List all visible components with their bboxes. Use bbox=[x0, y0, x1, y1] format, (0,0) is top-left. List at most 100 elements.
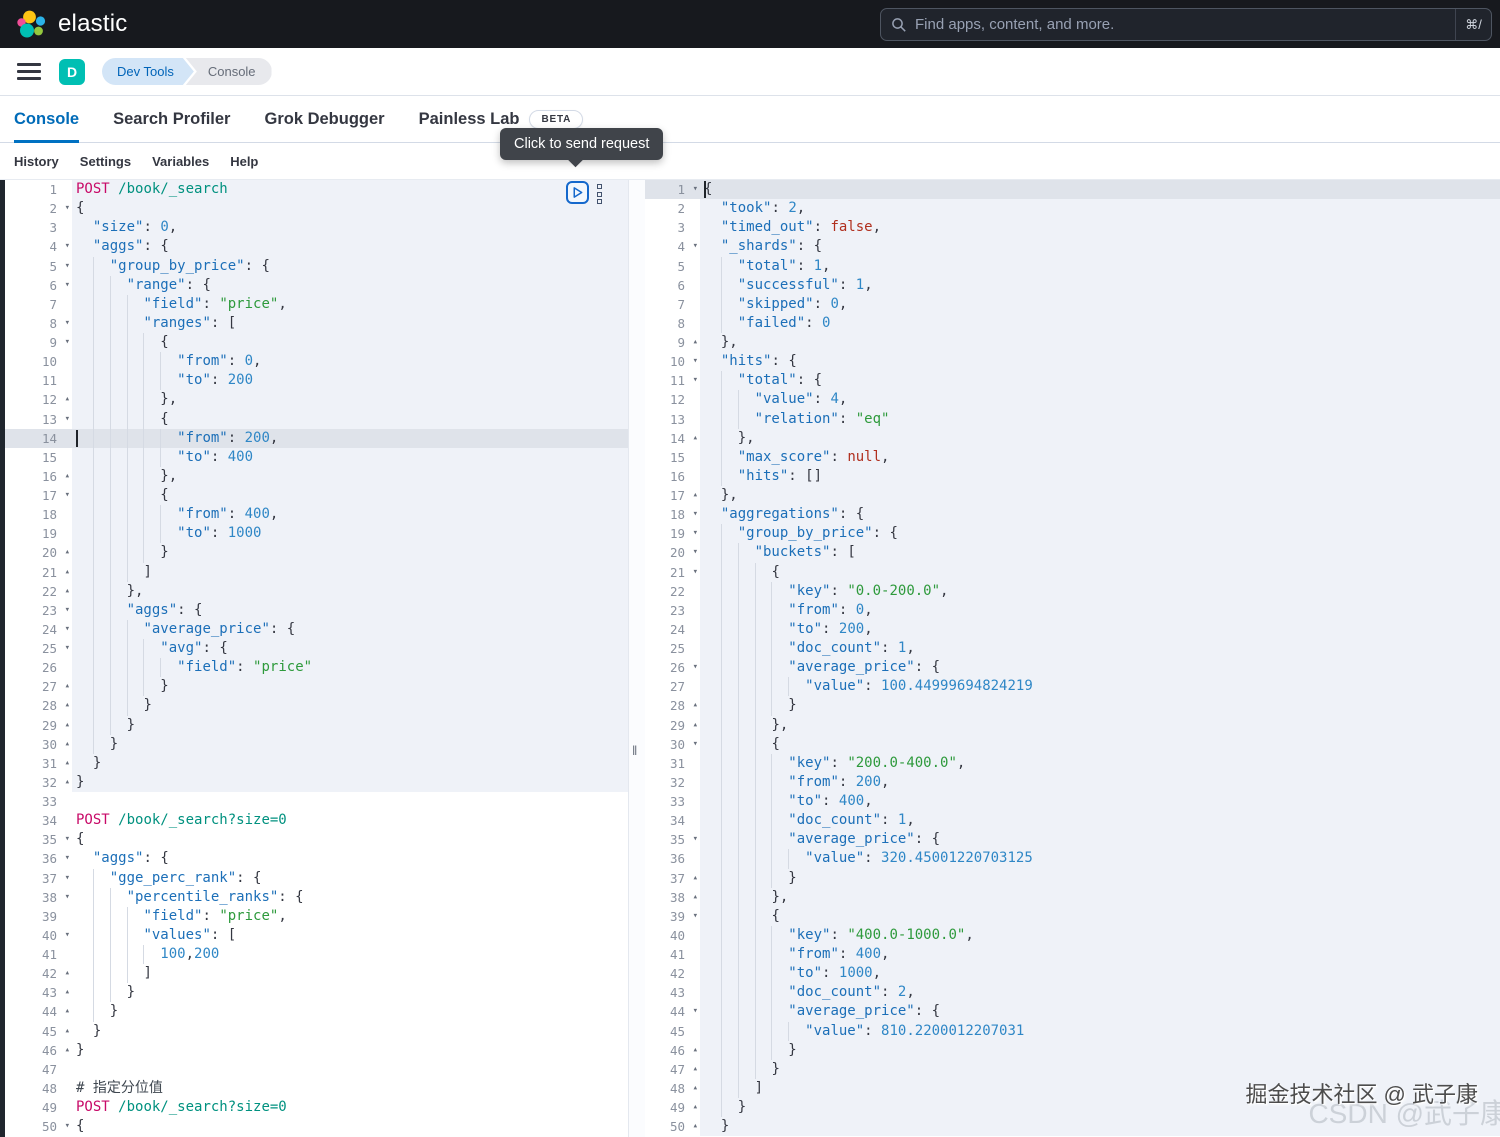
fold-close-icon[interactable]: ▴ bbox=[65, 1041, 70, 1060]
breadcrumb-console[interactable]: Console bbox=[186, 58, 272, 85]
fold-open-icon[interactable]: ▾ bbox=[65, 410, 70, 429]
code-content[interactable]: "successful": 1, bbox=[700, 276, 1500, 295]
fold-open-icon[interactable]: ▾ bbox=[65, 888, 70, 907]
code-content[interactable]: "max_score": null, bbox=[700, 448, 1500, 467]
fold-open-icon[interactable]: ▾ bbox=[65, 926, 70, 945]
tab-grok-debugger[interactable]: Grok Debugger bbox=[264, 96, 384, 142]
code-content[interactable]: "average_price": { bbox=[700, 830, 1500, 849]
request-options-icon[interactable] bbox=[597, 184, 602, 204]
fold-close-icon[interactable]: ▴ bbox=[65, 983, 70, 1002]
code-content[interactable]: { bbox=[72, 830, 628, 849]
fold-close-icon[interactable]: ▴ bbox=[65, 716, 70, 735]
code-content[interactable]: "key": "0.0-200.0", bbox=[700, 582, 1500, 601]
code-content[interactable]: "doc_count": 2, bbox=[700, 983, 1500, 1002]
code-content[interactable]: "hits": { bbox=[700, 352, 1500, 371]
fold-close-icon[interactable]: ▴ bbox=[65, 754, 70, 773]
code-content[interactable]: "from": 400, bbox=[700, 945, 1500, 964]
code-content[interactable] bbox=[72, 1060, 628, 1079]
code-content[interactable]: "percentile_ranks": { bbox=[72, 888, 628, 907]
fold-open-icon[interactable]: ▾ bbox=[693, 180, 698, 199]
tab-painless-lab[interactable]: Painless Lab bbox=[419, 110, 520, 129]
code-content[interactable]: { bbox=[700, 180, 1500, 199]
code-content[interactable]: } bbox=[72, 543, 628, 562]
code-content[interactable]: } bbox=[72, 754, 628, 773]
code-content[interactable]: "from": 200, bbox=[72, 429, 628, 448]
code-content[interactable]: "size": 0, bbox=[72, 218, 628, 237]
code-content[interactable]: "from": 200, bbox=[700, 773, 1500, 792]
fold-close-icon[interactable]: ▴ bbox=[65, 467, 70, 486]
fold-open-icon[interactable]: ▾ bbox=[65, 869, 70, 888]
panel-resize-handle[interactable]: ‖ bbox=[632, 743, 637, 758]
fold-close-icon[interactable]: ▴ bbox=[693, 716, 698, 735]
code-content[interactable]: { bbox=[72, 1117, 628, 1136]
fold-open-icon[interactable]: ▾ bbox=[65, 1117, 70, 1136]
menu-item-history[interactable]: History bbox=[14, 154, 59, 169]
code-content[interactable]: 100,200 bbox=[72, 945, 628, 964]
fold-close-icon[interactable]: ▴ bbox=[693, 486, 698, 505]
code-content[interactable]: "aggs": { bbox=[72, 601, 628, 620]
deployment-badge[interactable]: D bbox=[59, 59, 85, 85]
code-content[interactable]: } bbox=[72, 1022, 628, 1041]
fold-open-icon[interactable]: ▾ bbox=[693, 524, 698, 543]
code-content[interactable]: }, bbox=[700, 429, 1500, 448]
code-content[interactable]: { bbox=[72, 486, 628, 505]
code-content[interactable]: } bbox=[72, 677, 628, 696]
code-content[interactable]: "buckets": [ bbox=[700, 543, 1500, 562]
code-content[interactable]: "failed": 0 bbox=[700, 314, 1500, 333]
fold-open-icon[interactable]: ▾ bbox=[65, 601, 70, 620]
code-content[interactable]: "relation": "eq" bbox=[700, 410, 1500, 429]
request-editor[interactable]: 1POST /book/_search2▾{3 "size": 0,4▾ "ag… bbox=[5, 180, 628, 1137]
code-content[interactable]: "to": 400 bbox=[72, 448, 628, 467]
fold-open-icon[interactable]: ▾ bbox=[693, 505, 698, 524]
fold-open-icon[interactable]: ▾ bbox=[65, 486, 70, 505]
code-content[interactable] bbox=[72, 792, 628, 811]
code-content[interactable]: "field": "price" bbox=[72, 658, 628, 677]
code-content[interactable]: } bbox=[700, 1060, 1500, 1079]
menu-item-settings[interactable]: Settings bbox=[80, 154, 131, 169]
code-content[interactable]: { bbox=[72, 410, 628, 429]
code-content[interactable]: } bbox=[72, 735, 628, 754]
fold-open-icon[interactable]: ▾ bbox=[65, 199, 70, 218]
code-content[interactable]: "hits": [] bbox=[700, 467, 1500, 486]
tab-console[interactable]: Console bbox=[14, 96, 79, 142]
fold-close-icon[interactable]: ▴ bbox=[693, 696, 698, 715]
fold-close-icon[interactable]: ▴ bbox=[65, 390, 70, 409]
fold-open-icon[interactable]: ▾ bbox=[693, 830, 698, 849]
code-content[interactable]: "timed_out": false, bbox=[700, 218, 1500, 237]
code-content[interactable]: }, bbox=[72, 390, 628, 409]
code-content[interactable]: POST /book/_search?size=0 bbox=[72, 1098, 628, 1117]
fold-open-icon[interactable]: ▾ bbox=[65, 276, 70, 295]
fold-open-icon[interactable]: ▾ bbox=[65, 620, 70, 639]
code-content[interactable]: "doc_count": 1, bbox=[700, 811, 1500, 830]
code-content[interactable]: { bbox=[700, 563, 1500, 582]
tab-search-profiler[interactable]: Search Profiler bbox=[113, 96, 230, 142]
fold-open-icon[interactable]: ▾ bbox=[65, 849, 70, 868]
fold-open-icon[interactable]: ▾ bbox=[693, 563, 698, 582]
code-content[interactable]: } bbox=[72, 716, 628, 735]
code-content[interactable]: "skipped": 0, bbox=[700, 295, 1500, 314]
fold-open-icon[interactable]: ▾ bbox=[693, 371, 698, 390]
code-content[interactable]: "from": 0, bbox=[72, 352, 628, 371]
code-content[interactable]: "values": [ bbox=[72, 926, 628, 945]
code-content[interactable]: "doc_count": 1, bbox=[700, 639, 1500, 658]
code-content[interactable]: "group_by_price": { bbox=[700, 524, 1500, 543]
fold-close-icon[interactable]: ▴ bbox=[693, 1117, 698, 1136]
fold-close-icon[interactable]: ▴ bbox=[65, 1022, 70, 1041]
menu-item-variables[interactable]: Variables bbox=[152, 154, 209, 169]
fold-open-icon[interactable]: ▾ bbox=[65, 257, 70, 276]
code-content[interactable]: { bbox=[700, 735, 1500, 754]
fold-close-icon[interactable]: ▴ bbox=[65, 964, 70, 983]
code-content[interactable]: "value": 320.45001220703125 bbox=[700, 849, 1500, 868]
code-content[interactable]: "average_price": { bbox=[700, 658, 1500, 677]
fold-close-icon[interactable]: ▴ bbox=[693, 869, 698, 888]
global-search[interactable]: ⌘/ bbox=[880, 8, 1492, 41]
fold-close-icon[interactable]: ▴ bbox=[65, 696, 70, 715]
fold-close-icon[interactable]: ▴ bbox=[65, 773, 70, 792]
response-viewer[interactable]: 1▾{2 "took": 2,3 "timed_out": false,4▾ "… bbox=[645, 180, 1500, 1137]
code-content[interactable]: }, bbox=[72, 467, 628, 486]
fold-open-icon[interactable]: ▾ bbox=[693, 543, 698, 562]
menu-item-help[interactable]: Help bbox=[230, 154, 258, 169]
fold-open-icon[interactable]: ▾ bbox=[693, 658, 698, 677]
code-content[interactable]: } bbox=[700, 869, 1500, 888]
code-content[interactable]: "to": 1000, bbox=[700, 964, 1500, 983]
